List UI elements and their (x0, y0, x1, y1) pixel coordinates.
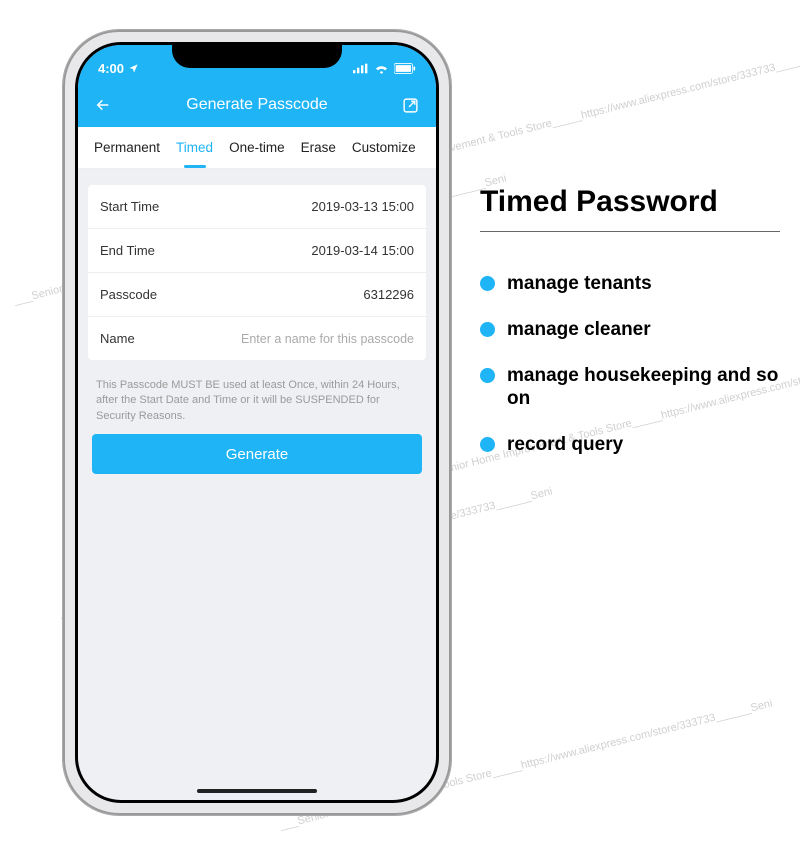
tab-erase[interactable]: Erase (293, 127, 344, 168)
wifi-icon (374, 63, 389, 74)
external-link-icon (402, 97, 419, 114)
start-time-label: Start Time (100, 199, 159, 214)
phone-notch (172, 42, 342, 68)
tab-timed[interactable]: Timed (168, 127, 221, 168)
share-button[interactable] (400, 94, 422, 116)
status-icons (353, 63, 416, 74)
start-time-value: 2019-03-13 15:00 (311, 199, 414, 214)
phone-bezel: 4:00 Generate Passcode Pe (75, 42, 439, 803)
tab-permanent[interactable]: Permanent (86, 127, 168, 168)
bullet-dot-icon (480, 437, 495, 452)
bullet-dot-icon (480, 368, 495, 383)
location-icon (128, 63, 139, 74)
start-time-row[interactable]: Start Time 2019-03-13 15:00 (88, 185, 426, 229)
status-time: 4:00 (98, 61, 124, 76)
tab-one-time[interactable]: One-time (221, 127, 293, 168)
phone-screen: 4:00 Generate Passcode Pe (78, 45, 436, 800)
name-label: Name (100, 331, 135, 346)
phone-frame: 4:00 Generate Passcode Pe (63, 30, 451, 815)
passcode-note: This Passcode MUST BE used at least Once… (96, 378, 418, 424)
list-item: manage tenants (480, 272, 780, 296)
end-time-label: End Time (100, 243, 155, 258)
bullet-text: record query (507, 433, 623, 457)
marketing-bullet-list: manage tenants manage cleaner manage hou… (480, 272, 780, 457)
marketing-title: Timed Password (480, 185, 780, 219)
back-button[interactable] (92, 94, 114, 116)
app-header: Generate Passcode (78, 83, 436, 127)
bullet-text: manage housekeeping and so on (507, 364, 780, 412)
back-arrow-icon (93, 97, 113, 113)
bullet-dot-icon (480, 322, 495, 337)
generate-button[interactable]: Generate (92, 434, 422, 474)
signal-icon (353, 63, 369, 74)
marketing-divider (480, 231, 780, 232)
battery-icon (394, 63, 416, 74)
bullet-dot-icon (480, 276, 495, 291)
list-item: record query (480, 433, 780, 457)
end-time-row[interactable]: End Time 2019-03-14 15:00 (88, 229, 426, 273)
status-time-area: 4:00 (98, 61, 139, 76)
tab-customize[interactable]: Customize (344, 127, 424, 168)
passcode-row: Passcode 6312296 (88, 273, 426, 317)
end-time-value: 2019-03-14 15:00 (311, 243, 414, 258)
tab-bar: Permanent Timed One-time Erase Customize (78, 127, 436, 169)
bullet-text: manage cleaner (507, 318, 651, 342)
passcode-label: Passcode (100, 287, 157, 302)
page-title: Generate Passcode (186, 96, 327, 114)
name-row[interactable]: Name Enter a name for this passcode (88, 317, 426, 360)
form-card: Start Time 2019-03-13 15:00 End Time 201… (88, 185, 426, 360)
home-indicator[interactable] (197, 789, 317, 793)
bullet-text: manage tenants (507, 272, 652, 296)
marketing-panel: Timed Password manage tenants manage cle… (480, 185, 780, 479)
name-input[interactable]: Enter a name for this passcode (241, 332, 414, 346)
list-item: manage housekeeping and so on (480, 364, 780, 412)
passcode-value: 6312296 (363, 287, 414, 302)
list-item: manage cleaner (480, 318, 780, 342)
